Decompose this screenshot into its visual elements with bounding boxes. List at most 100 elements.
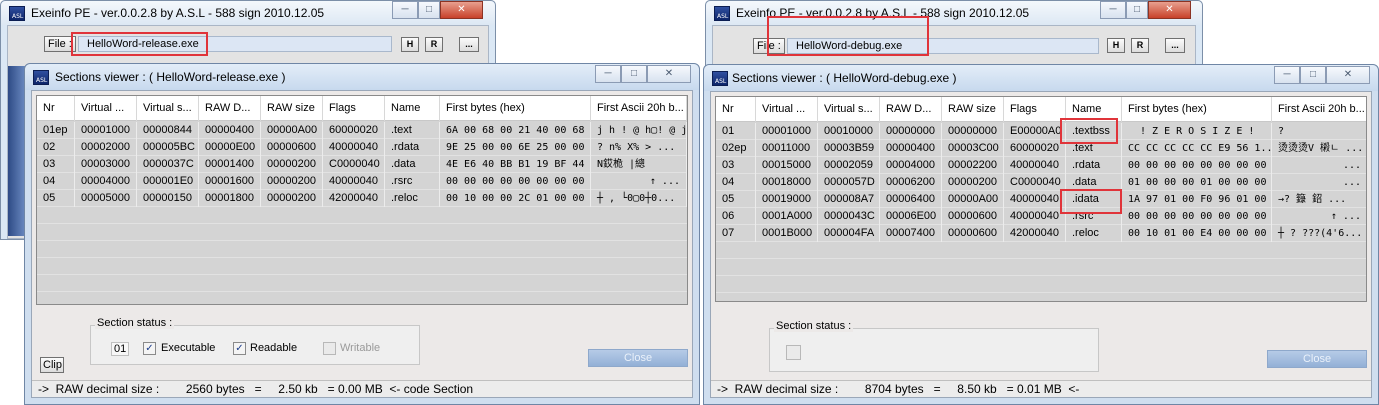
- column-header[interactable]: Name: [385, 96, 440, 121]
- readable-checkbox[interactable]: ✓: [233, 342, 246, 355]
- h-button[interactable]: H: [401, 37, 419, 52]
- cell-name: .textbss: [1066, 123, 1122, 140]
- empty-row: [716, 276, 1366, 293]
- column-header[interactable]: Flags: [323, 96, 385, 121]
- table-header: Nr Virtual ... Virtual s... RAW D... RAW…: [37, 96, 687, 121]
- cell-raw-size: 00000600: [261, 139, 323, 156]
- file-name-field[interactable]: HelloWord-debug.exe: [787, 38, 1099, 54]
- cell-nr: 02: [37, 139, 75, 156]
- r-button[interactable]: R: [1131, 38, 1149, 53]
- table-row[interactable]: 01ep 00001000 00000844 00000400 00000A00…: [37, 122, 687, 139]
- column-header[interactable]: Virtual ...: [756, 97, 818, 122]
- cell-virtual-address: 00019000: [756, 191, 818, 208]
- column-header[interactable]: Virtual s...: [818, 97, 880, 122]
- cell-name: .rsrc: [385, 173, 440, 190]
- section-status-group: Section status : 01 ✓ Executable ✓ Reada…: [90, 317, 420, 365]
- cell-flags: C0000040: [323, 156, 385, 173]
- table-row[interactable]: 07 0001B000 000004FA 00007400 00000600 4…: [716, 225, 1366, 242]
- table-row[interactable]: 02ep 00011000 00003B59 00000400 00003C00…: [716, 140, 1366, 157]
- minimize-button[interactable]: ─: [595, 65, 621, 83]
- close-button[interactable]: ✕: [1326, 66, 1370, 84]
- cell-name: .reloc: [385, 190, 440, 207]
- table-row[interactable]: 02 00002000 000005BC 00000E00 00000600 4…: [37, 139, 687, 156]
- writable-label: Writable: [340, 342, 381, 354]
- close-button[interactable]: ✕: [440, 1, 483, 19]
- maximize-button[interactable]: □: [1126, 1, 1148, 19]
- column-header[interactable]: Name: [1066, 97, 1122, 122]
- empty-row: [37, 275, 687, 292]
- column-header[interactable]: First bytes (hex): [1122, 97, 1272, 122]
- table-row[interactable]: 05 00019000 000008A7 00006400 00000A00 4…: [716, 191, 1366, 208]
- cell-nr: 05: [37, 190, 75, 207]
- column-header[interactable]: Nr: [716, 97, 756, 122]
- sections-client: Nr Virtual ... Virtual s... RAW D... RAW…: [710, 91, 1372, 398]
- maximize-button[interactable]: □: [621, 65, 647, 83]
- h-button[interactable]: H: [1107, 38, 1125, 53]
- cell-name: .idata: [1066, 191, 1122, 208]
- column-header[interactable]: Virtual s...: [137, 96, 199, 121]
- column-header[interactable]: First Ascii 20h b...: [591, 96, 687, 121]
- file-button[interactable]: File :: [44, 36, 76, 52]
- status-checkbox[interactable]: [786, 345, 801, 360]
- column-header[interactable]: RAW size: [942, 97, 1004, 122]
- cell-virtual-address: 0001B000: [756, 225, 818, 242]
- cell-raw-data: 00001600: [199, 173, 261, 190]
- close-button[interactable]: Close: [1267, 350, 1367, 368]
- table-row[interactable]: 03 00003000 0000037C 00001400 00000200 C…: [37, 156, 687, 173]
- minimize-button[interactable]: ─: [1274, 66, 1300, 84]
- section-status-label: Section status :: [95, 317, 175, 329]
- table-row[interactable]: 01 00001000 00010000 00000000 00000000 E…: [716, 123, 1366, 140]
- cell-name: .rdata: [385, 139, 440, 156]
- cell-flags: 40000040: [323, 173, 385, 190]
- cell-raw-size: 00002200: [942, 157, 1004, 174]
- column-header[interactable]: Nr: [37, 96, 75, 121]
- cell-raw-data: 00001800: [199, 190, 261, 207]
- table-row[interactable]: 04 00004000 000001E0 00001600 00000200 4…: [37, 173, 687, 190]
- minimize-button[interactable]: ─: [1100, 1, 1126, 19]
- cell-raw-data: 00006200: [880, 174, 942, 191]
- executable-checkbox[interactable]: ✓: [143, 342, 156, 355]
- column-header[interactable]: RAW D...: [199, 96, 261, 121]
- cell-first-ascii: ...: [1272, 174, 1366, 191]
- cell-nr: 04: [716, 174, 756, 191]
- close-button[interactable]: ✕: [647, 65, 691, 83]
- cell-first-bytes: 6A 00 68 00 21 40 00 68 08: [440, 122, 591, 139]
- more-button[interactable]: ...: [1165, 38, 1185, 53]
- cell-virtual-address: 00004000: [75, 173, 137, 190]
- minimize-button[interactable]: ─: [392, 1, 418, 19]
- column-header[interactable]: First bytes (hex): [440, 96, 591, 121]
- close-button[interactable]: Close: [588, 349, 688, 367]
- empty-row: [37, 258, 687, 275]
- column-header[interactable]: Flags: [1004, 97, 1066, 122]
- app-icon: ASL: [9, 6, 25, 21]
- column-header[interactable]: RAW D...: [880, 97, 942, 122]
- more-button[interactable]: ...: [459, 37, 479, 52]
- column-header[interactable]: Virtual ...: [75, 96, 137, 121]
- cell-flags: 60000020: [1004, 140, 1066, 157]
- maximize-button[interactable]: □: [1300, 66, 1326, 84]
- window-title: Exeinfo PE - ver.0.0.2.8 by A.S.L - 588 …: [736, 6, 1030, 20]
- cell-first-ascii: ┼ , └0▢0┼0...: [591, 190, 687, 207]
- cell-virtual-address: 0001A000: [756, 208, 818, 225]
- table-row[interactable]: 03 00015000 00002059 00004000 00002200 4…: [716, 157, 1366, 174]
- column-header[interactable]: First Ascii 20h b...: [1272, 97, 1366, 122]
- app-icon: ASL: [33, 70, 49, 85]
- r-button[interactable]: R: [425, 37, 443, 52]
- table-row[interactable]: 06 0001A000 0000043C 00006E00 00000600 4…: [716, 208, 1366, 225]
- cell-raw-data: 00004000: [880, 157, 942, 174]
- clip-button[interactable]: Clip: [40, 357, 64, 373]
- sections-table: Nr Virtual ... Virtual s... RAW D... RAW…: [36, 95, 688, 305]
- cell-raw-data: 00006E00: [880, 208, 942, 225]
- file-button[interactable]: File :: [753, 38, 785, 54]
- cell-raw-size: 00000600: [942, 225, 1004, 242]
- close-button[interactable]: ✕: [1148, 1, 1191, 19]
- table-row[interactable]: 05 00005000 00000150 00001800 00000200 4…: [37, 190, 687, 207]
- cell-virtual-size: 0000043C: [818, 208, 880, 225]
- cell-virtual-size: 0000057D: [818, 174, 880, 191]
- writable-checkbox[interactable]: [323, 342, 336, 355]
- maximize-button[interactable]: □: [418, 1, 440, 19]
- file-name-field[interactable]: HelloWord-release.exe: [78, 36, 392, 52]
- column-header[interactable]: RAW size: [261, 96, 323, 121]
- executable-label: Executable: [161, 342, 216, 354]
- table-row[interactable]: 04 00018000 0000057D 00006200 00000200 C…: [716, 174, 1366, 191]
